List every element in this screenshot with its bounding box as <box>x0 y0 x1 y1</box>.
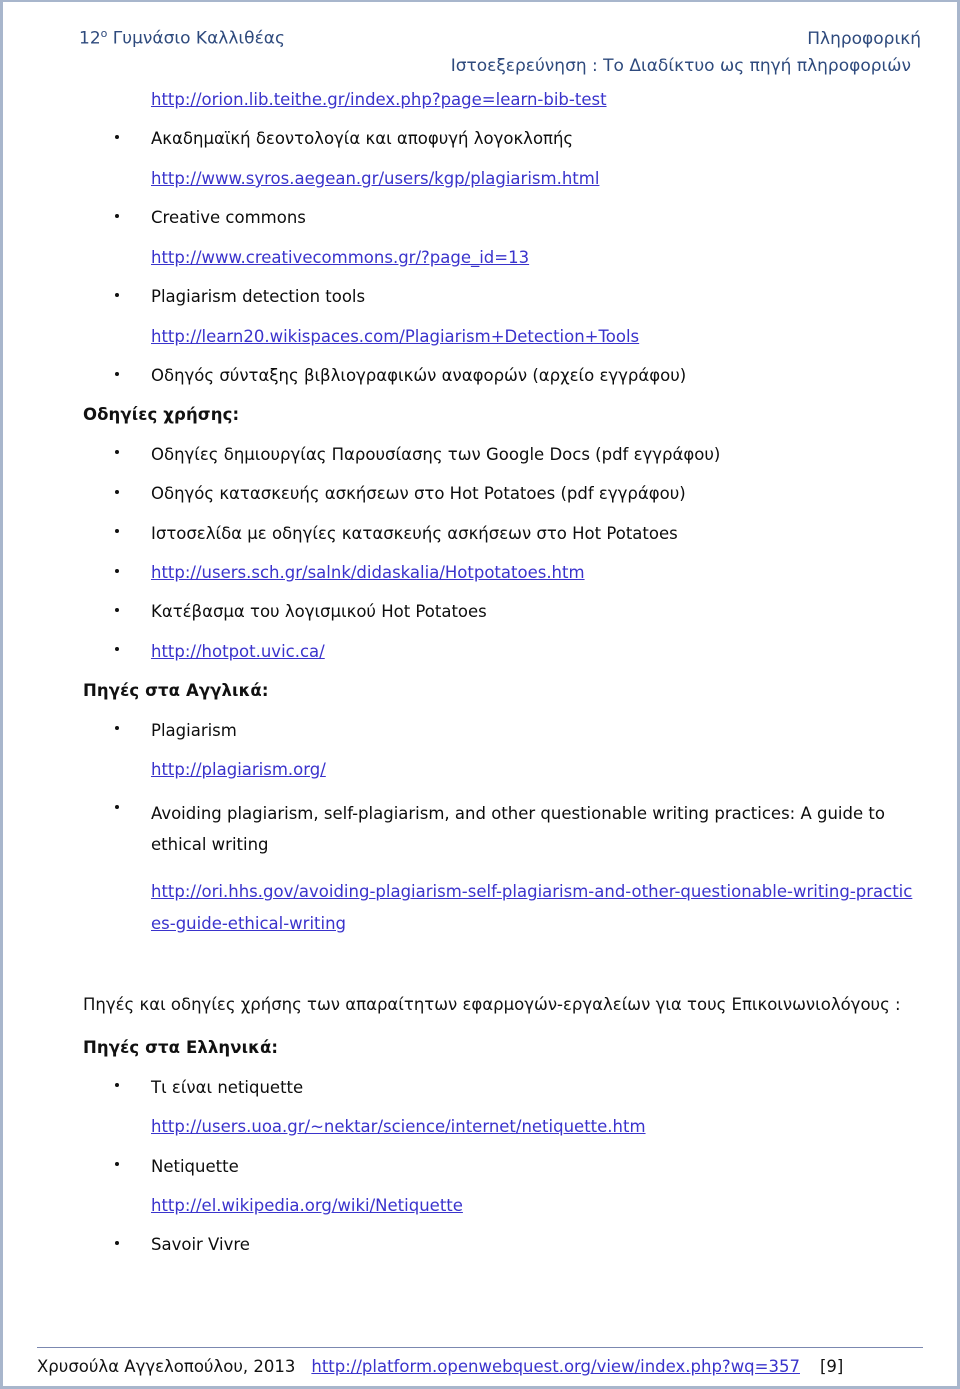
link-hotpot[interactable]: http://hotpot.uvic.ca/ <box>151 642 325 661</box>
footer-page-number: [9] <box>819 1357 844 1376</box>
list-item-hotpotatoes-website: Ιστοσελίδα με οδηγίες κατασκευής ασκήσεω… <box>83 522 921 545</box>
bullet-icon <box>115 647 119 652</box>
list-item-label: Οδηγός σύνταξης βιβλιογραφικών αναφορών … <box>151 365 687 385</box>
list-item-plagiarism-detection-tools: Plagiarism detection tools <box>83 285 921 308</box>
footer-divider <box>37 1347 923 1348</box>
list-item-label: Ιστοσελίδα με οδηγίες κατασκευής ασκήσεω… <box>151 523 678 543</box>
bullet-icon <box>115 1083 119 1088</box>
link-line-el-wikipedia: http://el.wikipedia.org/wiki/Netiquette <box>83 1194 921 1217</box>
bullet-icon <box>115 568 119 573</box>
list-item-label: Creative commons <box>151 208 306 228</box>
footer-content: Χρυσούλα Αγγελοπούλου, 2013 http://platf… <box>37 1357 923 1376</box>
list-item-google-docs-guide: Οδηγίες δημιουργίας Παρουσίασης των Goog… <box>83 443 921 466</box>
link-openwebquest[interactable]: http://platform.openwebquest.org/view/in… <box>311 1357 800 1376</box>
document-body: http://orion.lib.teithe.gr/index.php?pag… <box>3 88 957 1273</box>
list-item-hotpotatoes-download: Κατέβασμα του λογισμικού Hot Potatoes <box>83 600 921 623</box>
header-row-primary: 12ο Γυμνάσιο Καλλιθέας Πληροφορική <box>79 26 921 51</box>
list-item-link-hotpot: http://hotpot.uvic.ca/ <box>83 640 921 663</box>
link-line-orion: http://orion.lib.teithe.gr/index.php?pag… <box>83 88 921 111</box>
list-item-creative-commons: Creative commons <box>83 206 921 229</box>
link-line-learn20: http://learn20.wikispaces.com/Plagiarism… <box>83 325 921 348</box>
link-syros[interactable]: http://www.syros.aegean.gr/users/kgp/pla… <box>151 169 599 188</box>
heading-usage-instructions: Οδηγίες χρήσης: <box>83 405 240 425</box>
list-item-link-users-sch: http://users.sch.gr/salnk/didaskalia/Hot… <box>83 561 921 584</box>
link-orion[interactable]: http://orion.lib.teithe.gr/index.php?pag… <box>151 90 607 109</box>
bullet-icon <box>115 135 119 139</box>
link-users-sch[interactable]: http://users.sch.gr/salnk/didaskalia/Hot… <box>151 563 585 582</box>
paragraph-tools-intro: Πηγές και οδηγίες χρήσης των απαραίτητων… <box>83 994 901 1014</box>
list-item-label: Plagiarism <box>151 720 237 740</box>
link-line-ori-hhs: http://ori.hhs.gov/avoiding-plagiarism-s… <box>83 876 921 939</box>
document-header: 12ο Γυμνάσιο Καλλιθέας Πληροφορική Ιστοε… <box>3 2 957 79</box>
list-item-label: Netiquette <box>151 1156 239 1176</box>
school-name-number: 12 <box>79 28 101 49</box>
list-item-bibliography-guide: Οδηγός σύνταξης βιβλιογραφικών αναφορών … <box>83 364 921 387</box>
bullet-icon <box>115 726 119 731</box>
document-page: 12ο Γυμνάσιο Καλλιθέας Πληροφορική Ιστοε… <box>0 0 960 1389</box>
list-item-label: Savoir Vivre <box>151 1235 250 1255</box>
link-line-creativecommons: http://www.creativecommons.gr/?page_id=1… <box>83 246 921 269</box>
list-item-label: Τι είναι netiquette <box>151 1077 304 1097</box>
list-item-label: Οδηγός κατασκευής ασκήσεων στο Hot Potat… <box>151 484 686 504</box>
bullet-icon <box>115 529 119 534</box>
link-el-wikipedia[interactable]: http://el.wikipedia.org/wiki/Netiquette <box>151 1196 463 1215</box>
school-name-rest: Γυμνάσιο Καλλιθέας <box>107 28 285 49</box>
bullet-icon <box>115 213 119 218</box>
list-item-label: Οδηγίες δημιουργίας Παρουσίασης των Goog… <box>151 444 721 464</box>
bullet-icon <box>115 805 119 810</box>
list-item-academic-ethics: Ακαδημαϊκή δεοντολογία και αποφυγή λογοκ… <box>83 127 921 150</box>
link-plagiarism-org[interactable]: http://plagiarism.org/ <box>151 760 326 779</box>
bullet-icon <box>115 371 119 376</box>
link-creativecommons[interactable]: http://www.creativecommons.gr/?page_id=1… <box>151 248 529 267</box>
link-line-users-uoa: http://users.uoa.gr/~nektar/science/inte… <box>83 1115 921 1138</box>
bullet-icon <box>115 1162 119 1167</box>
bullet-icon <box>115 489 119 494</box>
list-item-what-is-netiquette: Τι είναι netiquette <box>83 1076 921 1099</box>
list-item-hotpotatoes-guide: Οδηγός κατασκευής ασκήσεων στο Hot Potat… <box>83 482 921 505</box>
link-ori-hhs[interactable]: http://ori.hhs.gov/avoiding-plagiarism-s… <box>151 882 912 932</box>
list-item-label: Plagiarism detection tools <box>151 287 366 307</box>
list-item-label: Avoiding plagiarism, self-plagiarism, an… <box>151 803 885 854</box>
list-item-label: Ακαδημαϊκή δεοντολογία και αποφυγή λογοκ… <box>151 129 574 149</box>
bullet-icon <box>115 1241 119 1245</box>
list-item-label: Κατέβασμα του λογισμικού Hot Potatoes <box>151 602 487 622</box>
footer-author: Χρυσούλα Αγγελοπούλου, 2013 <box>37 1357 296 1376</box>
heading-english-sources: Πηγές στα Αγγλικά: <box>83 681 269 701</box>
bullet-icon <box>115 450 119 455</box>
link-line-syros: http://www.syros.aegean.gr/users/kgp/pla… <box>83 167 921 190</box>
list-item-netiquette: Netiquette <box>83 1155 921 1178</box>
heading-greek-sources: Πηγές στα Ελληνικά: <box>83 1038 279 1058</box>
link-line-plagiarism-org: http://plagiarism.org/ <box>83 758 921 781</box>
bullet-icon <box>115 608 119 613</box>
link-users-uoa[interactable]: http://users.uoa.gr/~nektar/science/inte… <box>151 1117 646 1136</box>
school-name: 12ο Γυμνάσιο Καλλιθέας <box>79 26 285 51</box>
list-item-plagiarism: Plagiarism <box>83 719 921 742</box>
list-item-savoir-vivre: Savoir Vivre <box>83 1233 921 1256</box>
bullet-icon <box>115 292 119 297</box>
link-learn20[interactable]: http://learn20.wikispaces.com/Plagiarism… <box>151 327 639 346</box>
document-subtitle: Ιστοεξερεύνηση : Το Διαδίκτυο ως πηγή πλ… <box>450 56 911 77</box>
list-item-avoiding-plagiarism: Avoiding plagiarism, self-plagiarism, an… <box>83 798 921 861</box>
document-footer: Χρυσούλα Αγγελοπούλου, 2013 http://platf… <box>3 1347 957 1376</box>
subject-name: Πληροφορική <box>807 28 921 49</box>
